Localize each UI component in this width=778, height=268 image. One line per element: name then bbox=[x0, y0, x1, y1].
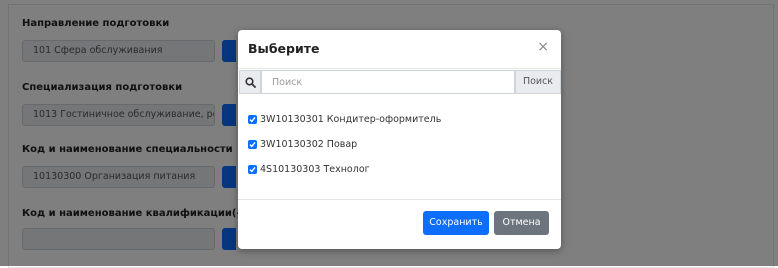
list-item-label: 3W10130301 Кондитер-оформитель bbox=[260, 114, 442, 125]
search-button[interactable]: Поиск bbox=[515, 70, 561, 94]
modal-title: Выберите bbox=[248, 41, 320, 56]
cancel-button[interactable]: Отмена bbox=[494, 211, 549, 235]
checkbox-checked[interactable] bbox=[248, 140, 257, 149]
search-icon bbox=[239, 70, 261, 94]
checkbox-checked[interactable] bbox=[248, 115, 257, 124]
save-button[interactable]: Сохранить bbox=[423, 211, 489, 235]
list-item-label: 3W10130302 Повар bbox=[260, 139, 358, 150]
modal-header: Выберите × bbox=[238, 30, 561, 69]
search-bar: Поиск bbox=[238, 70, 561, 94]
close-icon[interactable]: × bbox=[537, 39, 549, 55]
checkbox-checked[interactable] bbox=[248, 165, 257, 174]
list-item-label: 4S10130303 Технолог bbox=[260, 164, 370, 175]
select-modal: Выберите × Поиск 3W10130301 Кондитер-офо… bbox=[238, 30, 561, 249]
modal-footer: Сохранить Отмена bbox=[238, 199, 561, 250]
search-input[interactable] bbox=[261, 70, 515, 94]
